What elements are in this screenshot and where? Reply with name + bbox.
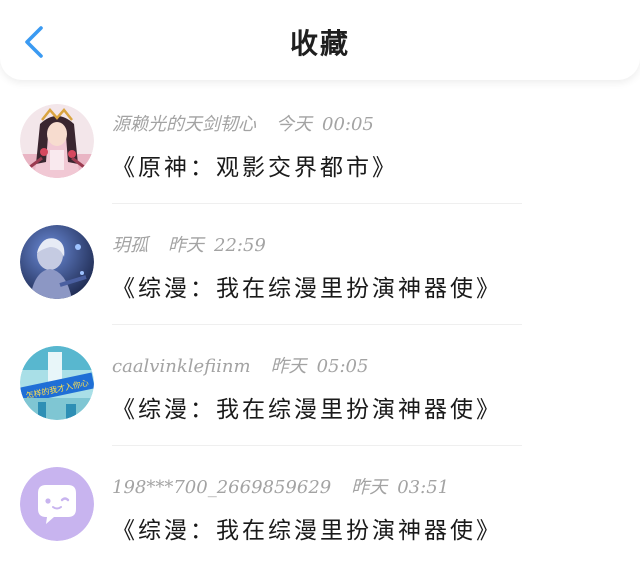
timestamp: 22:59 <box>214 235 266 256</box>
book-title[interactable]: 《原神：观影交界都市》 <box>112 148 398 182</box>
username: 源赖光的天剑韧心 <box>112 114 256 135</box>
avatar[interactable] <box>20 225 94 299</box>
timestamp: 03:51 <box>397 477 450 498</box>
divider <box>112 445 522 446</box>
book-title[interactable]: 《综漫：我在综漫里扮演神器使》 <box>112 269 502 303</box>
anime-character-avatar-icon <box>20 104 94 178</box>
favorite-meta: caalvinklefiinm 昨天 05:05 <box>112 352 368 378</box>
banner-photo-avatar-icon: 怎样的我才入你心 <box>20 346 94 420</box>
avatar[interactable] <box>20 467 94 541</box>
favorite-meta: 198***700_2669859629 昨天 03:51 <box>112 473 449 499</box>
date-label: 昨天 <box>351 477 388 498</box>
date-label: 今天 <box>276 114 312 135</box>
username: caalvinklefiinm <box>112 356 251 377</box>
username: 198***700_2669859629 <box>112 477 332 498</box>
favorite-item[interactable]: 源赖光的天剑韧心 今天 00:05 《原神：观影交界都市》 <box>0 90 640 211</box>
book-title[interactable]: 《综漫：我在综漫里扮演神器使》 <box>112 511 502 545</box>
book-title[interactable]: 《综漫：我在综漫里扮演神器使》 <box>112 390 502 424</box>
date-label: 昨天 <box>168 235 204 256</box>
username: 玥孤 <box>112 235 148 256</box>
favorite-item[interactable]: 198***700_2669859629 昨天 03:51 《综漫：我在综漫里扮演神… <box>0 453 640 567</box>
avatar[interactable] <box>20 104 94 178</box>
favorite-meta: 玥孤 昨天 22:59 <box>112 231 266 257</box>
divider <box>112 203 522 204</box>
divider <box>112 324 522 325</box>
favorite-item[interactable]: 玥孤 昨天 22:59 《综漫：我在综漫里扮演神器使》 <box>0 211 640 332</box>
date-label: 昨天 <box>270 356 307 377</box>
dark-blue-character-avatar-icon <box>20 225 94 299</box>
favorites-list: 源赖光的天剑韧心 今天 00:05 《原神：观影交界都市》 玥孤 昨天 22:5… <box>0 90 640 567</box>
page-title: 收藏 <box>289 27 350 60</box>
timestamp: 05:05 <box>316 356 369 377</box>
timestamp: 00:05 <box>322 114 374 135</box>
favorites-page: 收藏 源赖光的天剑韧心 今天 00:05 《原神：观影交界都市》 玥孤 昨天 2… <box>0 0 640 567</box>
favorite-meta: 源赖光的天剑韧心 今天 00:05 <box>112 110 374 136</box>
avatar[interactable]: 怎样的我才入你心 <box>20 346 94 420</box>
chat-bubble-icon <box>20 467 94 541</box>
favorite-item[interactable]: 怎样的我才入你心 caalvinklefiinm 昨天 05:05 《综漫：我在综漫… <box>0 332 640 453</box>
top-bar: 收藏 <box>0 0 640 80</box>
